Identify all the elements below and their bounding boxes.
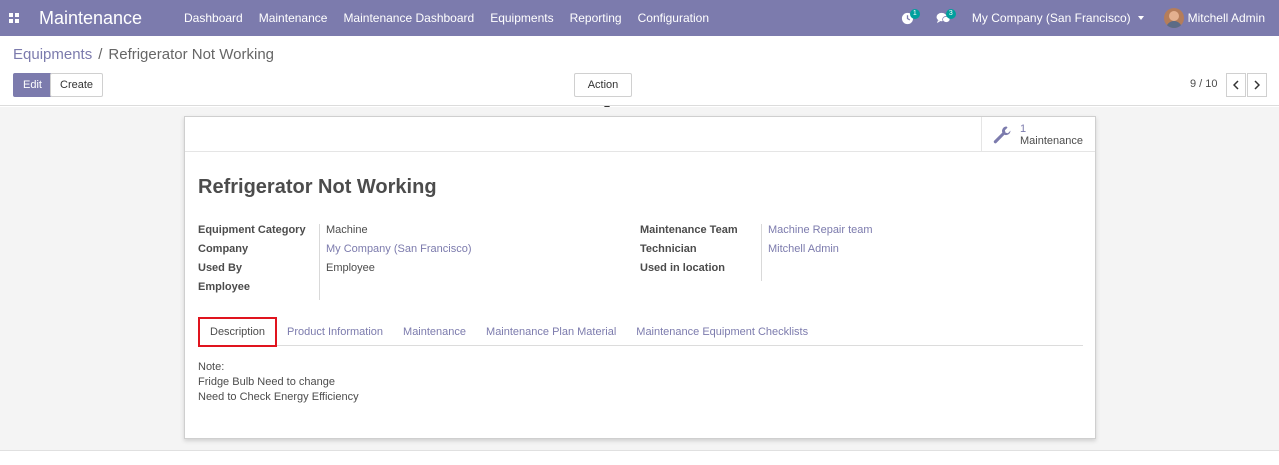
maintenance-smart-button[interactable]: 1 Maintenance bbox=[981, 117, 1095, 152]
field-employee: Employee bbox=[198, 281, 472, 300]
menu-reporting[interactable]: Reporting bbox=[562, 0, 630, 36]
navbar-systray: 1 3 My Company (San Francisco) Mitchell … bbox=[898, 0, 1279, 36]
chevron-left-icon bbox=[1233, 80, 1239, 90]
company-switcher[interactable]: My Company (San Francisco) bbox=[972, 11, 1144, 25]
create-button[interactable]: Create bbox=[50, 73, 104, 97]
pager-previous-button[interactable] bbox=[1226, 73, 1246, 97]
field-used-by: Used By Employee bbox=[198, 262, 472, 281]
messages-count-badge: 3 bbox=[945, 9, 956, 19]
top-navbar: Maintenance Dashboard Maintenance Mainte… bbox=[0, 0, 1279, 36]
form-view-background: 1 Maintenance Refrigerator Not Working E… bbox=[0, 107, 1279, 450]
menu-maintenance[interactable]: Maintenance bbox=[251, 0, 336, 36]
menu-dashboard[interactable]: Dashboard bbox=[175, 0, 251, 36]
left-field-group: Equipment Category Machine Company My Co… bbox=[198, 224, 472, 300]
description-line: Need to Check Energy Efficiency bbox=[198, 391, 359, 403]
field-maintenance-team: Maintenance Team Machine Repair team bbox=[640, 224, 873, 243]
form-sheet: 1 Maintenance Refrigerator Not Working E… bbox=[184, 116, 1096, 439]
field-label: Technician bbox=[640, 243, 697, 255]
main-menu: Dashboard Maintenance Maintenance Dashbo… bbox=[175, 0, 717, 36]
apps-icon[interactable] bbox=[0, 0, 28, 36]
bottom-divider bbox=[0, 450, 1279, 451]
field-value: Employee bbox=[319, 262, 375, 281]
tab-maintenance-equipment-checklists[interactable]: Maintenance Equipment Checklists bbox=[626, 319, 818, 345]
field-used-in-location: Used in location bbox=[640, 262, 873, 281]
action-dropdown[interactable]: Action bbox=[574, 73, 632, 110]
company-link[interactable]: My Company (San Francisco) bbox=[319, 243, 472, 262]
menu-equipments[interactable]: Equipments bbox=[482, 0, 561, 36]
activity-count-badge: 1 bbox=[909, 9, 920, 19]
user-name: Mitchell Admin bbox=[1187, 11, 1265, 25]
maintenance-count: 1 bbox=[1020, 122, 1027, 135]
pager-next-button[interactable] bbox=[1247, 73, 1267, 97]
right-field-group: Maintenance Team Machine Repair team Tec… bbox=[640, 224, 873, 281]
menu-maintenance-dashboard[interactable]: Maintenance Dashboard bbox=[335, 0, 482, 36]
field-value: Machine bbox=[319, 224, 368, 243]
field-label: Maintenance Team bbox=[640, 224, 738, 236]
breadcrumb-equipments[interactable]: Equipments bbox=[13, 46, 92, 63]
field-label: Used By bbox=[198, 262, 243, 274]
wrench-icon bbox=[993, 126, 1011, 143]
action-label: Action bbox=[587, 79, 619, 91]
edit-button[interactable]: Edit bbox=[13, 73, 52, 97]
field-label: Equipment Category bbox=[198, 224, 306, 236]
description-content: Note: Fridge Bulb Need to change Need to… bbox=[198, 360, 359, 405]
field-label: Company bbox=[198, 243, 249, 255]
menu-configuration[interactable]: Configuration bbox=[630, 0, 717, 36]
maintenance-team-link[interactable]: Machine Repair team bbox=[761, 224, 873, 243]
notebook-tabs: Description Product Information Maintena… bbox=[198, 316, 1083, 347]
technician-link[interactable]: Mitchell Admin bbox=[761, 243, 839, 262]
field-label: Employee bbox=[198, 281, 250, 293]
field-label: Used in location bbox=[640, 262, 725, 274]
caret-down-icon bbox=[1137, 16, 1144, 20]
messages-button[interactable]: 3 bbox=[934, 0, 956, 36]
chevron-right-icon bbox=[1254, 80, 1260, 90]
record-title: Refrigerator Not Working bbox=[198, 176, 437, 198]
pager-value[interactable]: 9 / 10 bbox=[1190, 78, 1218, 90]
company-name: My Company (San Francisco) bbox=[971, 11, 1131, 25]
activity-button[interactable]: 1 bbox=[898, 0, 920, 36]
tab-product-information[interactable]: Product Information bbox=[277, 319, 393, 345]
tab-description[interactable]: Description bbox=[198, 316, 278, 347]
user-menu[interactable]: Mitchell Admin bbox=[1163, 8, 1265, 28]
button-box: 1 Maintenance bbox=[185, 117, 1095, 152]
tab-maintenance-plan-material[interactable]: Maintenance Plan Material bbox=[476, 319, 626, 345]
control-panel: Equipments / Refrigerator Not Working Ed… bbox=[0, 36, 1279, 110]
field-company: Company My Company (San Francisco) bbox=[198, 243, 472, 262]
tab-maintenance[interactable]: Maintenance bbox=[393, 319, 476, 345]
field-value bbox=[761, 262, 768, 281]
field-equipment-category: Equipment Category Machine bbox=[198, 224, 472, 243]
app-title[interactable]: Maintenance bbox=[39, 8, 175, 29]
breadcrumb-separator: / bbox=[98, 46, 103, 63]
avatar bbox=[1163, 8, 1184, 28]
breadcrumb: Equipments / Refrigerator Not Working bbox=[13, 46, 274, 63]
field-value bbox=[319, 281, 326, 300]
description-line: Note: bbox=[198, 361, 225, 373]
maintenance-label: Maintenance bbox=[1020, 134, 1083, 147]
field-technician: Technician Mitchell Admin bbox=[640, 243, 873, 262]
description-line: Fridge Bulb Need to change bbox=[198, 376, 335, 388]
breadcrumb-current: Refrigerator Not Working bbox=[108, 46, 275, 63]
